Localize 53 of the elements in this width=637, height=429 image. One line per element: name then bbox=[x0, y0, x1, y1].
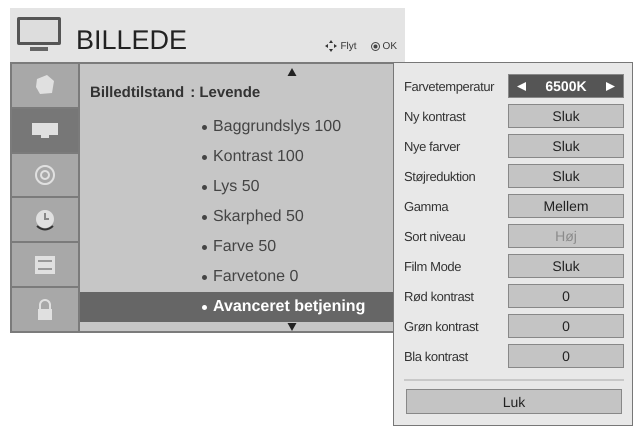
setting-label: Ny kontrast bbox=[404, 108, 467, 124]
bullet-icon bbox=[202, 154, 207, 160]
menu-item[interactable]: Skarphed 50 bbox=[80, 202, 403, 232]
clock-icon bbox=[34, 208, 56, 232]
sidebar-item[interactable] bbox=[12, 288, 78, 331]
sidebar-item[interactable] bbox=[12, 64, 78, 107]
bullet-icon bbox=[202, 274, 207, 280]
setting-value[interactable]: 6500K bbox=[508, 74, 624, 98]
setting-label: Støjreduktion bbox=[404, 168, 476, 184]
setting-value[interactable]: 0 bbox=[508, 344, 624, 368]
setting-label: Gamma bbox=[404, 198, 450, 214]
setting-label: Sort niveau bbox=[404, 228, 466, 244]
menu-item[interactable]: Farvetone 0 bbox=[80, 262, 403, 292]
ok-button-icon bbox=[370, 42, 380, 50]
setting-label: Film Mode bbox=[404, 258, 462, 274]
move-icon bbox=[325, 40, 338, 52]
menu-item[interactable]: Baggrundslys 100 bbox=[80, 112, 403, 142]
close-button[interactable]: Luk bbox=[406, 389, 622, 414]
left-arrow-icon bbox=[517, 82, 526, 90]
mode-label: Billedtilstand bbox=[90, 84, 184, 103]
setting-value[interactable]: Sluk bbox=[508, 104, 624, 128]
right-arrow-icon bbox=[606, 82, 615, 90]
setting-value[interactable]: Sluk bbox=[508, 134, 624, 158]
bullet-icon bbox=[202, 184, 207, 190]
menu-item[interactable]: Farve 50 bbox=[80, 232, 403, 262]
setting-value[interactable]: Sluk bbox=[508, 164, 624, 188]
bullet-icon bbox=[202, 124, 207, 130]
setting-label: Bla kontrast bbox=[404, 348, 470, 364]
setting-label: Grøn kontrast bbox=[404, 318, 480, 334]
setting-label: Farvetemperatur bbox=[404, 78, 496, 94]
sidebar-item[interactable] bbox=[12, 154, 78, 196]
menu-item[interactable]: Kontrast 100 bbox=[80, 142, 403, 172]
sidebar-item[interactable] bbox=[12, 198, 78, 242]
screen-icon bbox=[31, 121, 59, 140]
bullet-icon bbox=[202, 304, 207, 310]
sidebar-item[interactable] bbox=[12, 243, 78, 286]
menu-title: BILLEDE bbox=[76, 24, 188, 56]
setting-value[interactable]: Mellem bbox=[508, 194, 624, 218]
setting-label: Rød kontrast bbox=[404, 288, 475, 304]
bullet-icon bbox=[202, 244, 207, 250]
scroll-up-icon[interactable] bbox=[287, 68, 297, 77]
setting-label: Nye farver bbox=[404, 138, 462, 154]
setting-value[interactable]: 0 bbox=[508, 314, 624, 338]
hint-label: OK bbox=[382, 40, 397, 52]
setting-value[interactable]: 0 bbox=[508, 284, 624, 308]
lock-icon bbox=[36, 298, 54, 322]
menu-item[interactable]: Lys 50 bbox=[80, 172, 403, 202]
setting-value[interactable]: Sluk bbox=[508, 254, 624, 278]
mode-value: : Levende bbox=[190, 84, 260, 103]
bullet-icon bbox=[202, 214, 207, 220]
options-icon bbox=[33, 254, 57, 276]
hint-label: Flyt bbox=[340, 40, 357, 52]
sidebar-item[interactable] bbox=[12, 108, 78, 152]
